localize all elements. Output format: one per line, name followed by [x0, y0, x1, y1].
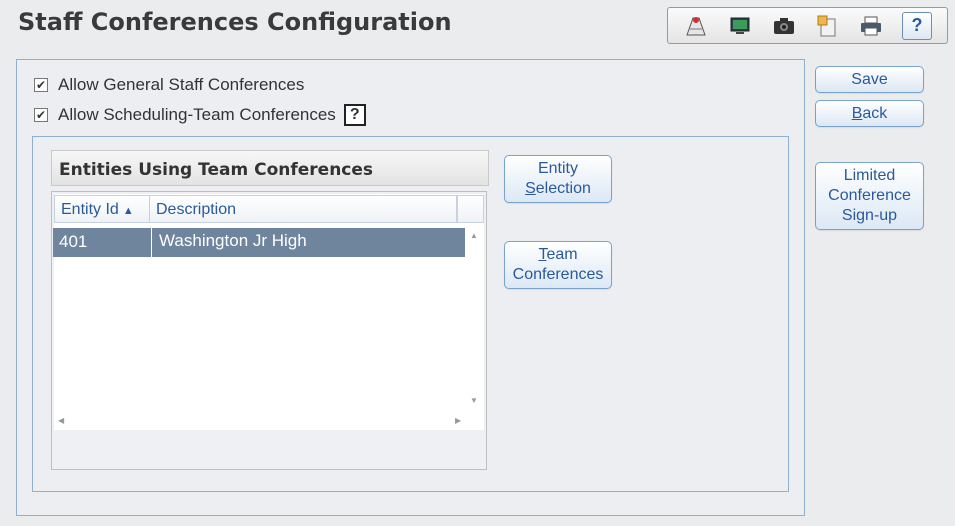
- table-row[interactable]: 401 Washington Jr High: [53, 228, 465, 257]
- report-icon[interactable]: [683, 13, 709, 39]
- button-label-line2: Conferences: [512, 266, 604, 283]
- allow-general-checkbox[interactable]: ✔: [34, 78, 48, 92]
- cell-divider: [151, 228, 152, 257]
- limited-conference-signup-button[interactable]: Limited Conference Sign-up: [815, 162, 924, 230]
- page-title: Staff Conferences Configuration: [18, 8, 452, 36]
- entity-selection-button[interactable]: Entity Selection: [504, 155, 612, 203]
- column-header-spacer: [457, 195, 484, 223]
- button-label-line1: Entity: [537, 160, 578, 177]
- scroll-right-icon[interactable]: ▶: [455, 416, 461, 425]
- allow-general-row: ✔ Allow General Staff Conferences: [34, 75, 304, 95]
- printer-icon[interactable]: [858, 13, 884, 39]
- scroll-down-icon[interactable]: ▼: [470, 396, 478, 405]
- help-button[interactable]: ?: [902, 11, 933, 40]
- button-label-line3: Sign-up: [841, 207, 898, 224]
- scroll-up-icon[interactable]: ▲: [470, 231, 478, 240]
- scroll-left-icon[interactable]: ◀: [58, 416, 64, 425]
- team-conferences-button[interactable]: Team Conferences: [504, 241, 612, 289]
- description-cell: Washington Jr High: [159, 231, 307, 250]
- help-question-icon[interactable]: ?: [343, 104, 366, 126]
- clipboard-icon[interactable]: [814, 13, 840, 39]
- entity-id-cell: 401: [59, 232, 88, 251]
- button-label-line2: Selection: [525, 180, 591, 197]
- column-header-description[interactable]: Description: [149, 195, 457, 223]
- allow-team-row: ✔ Allow Scheduling-Team Conferences ?: [34, 104, 366, 126]
- sort-ascending-icon: ▲: [122, 205, 134, 217]
- entities-header: Entities Using Team Conferences: [51, 150, 489, 186]
- column-header-entity-id[interactable]: Entity Id ▲: [54, 195, 150, 223]
- camera-icon[interactable]: [771, 13, 797, 39]
- allow-team-label: Allow Scheduling-Team Conferences: [58, 105, 336, 124]
- monitor-icon[interactable]: [727, 13, 753, 39]
- column-label: Entity Id: [61, 201, 119, 218]
- allow-general-label: Allow General Staff Conferences: [58, 75, 305, 94]
- button-label-line2: Conference: [828, 187, 911, 204]
- button-label-line1: Limited: [843, 167, 896, 184]
- save-button[interactable]: Save: [815, 66, 924, 93]
- allow-team-checkbox[interactable]: ✔: [34, 108, 48, 122]
- toolbar: ?: [667, 7, 948, 44]
- back-button[interactable]: Back: [815, 100, 924, 127]
- button-label-line1: Team: [538, 246, 578, 263]
